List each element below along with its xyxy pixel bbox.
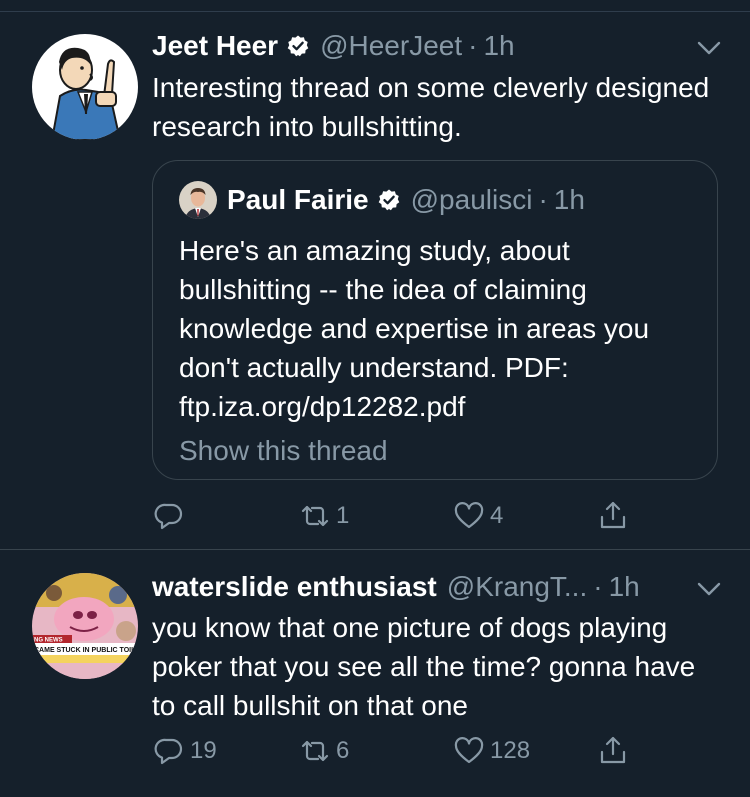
like-button[interactable]: 4 [452, 496, 503, 536]
cartoon-man-avatar-icon [32, 34, 138, 140]
handle[interactable]: @KrangT... [447, 571, 587, 603]
timestamp[interactable]: 1h [609, 571, 640, 603]
heart-icon [454, 502, 484, 529]
handle[interactable]: @HeerJeet [320, 30, 462, 62]
retweet-icon [301, 740, 329, 762]
top-divider [0, 0, 750, 12]
quoted-timestamp[interactable]: 1h [554, 184, 585, 216]
retweet-count: 6 [336, 737, 350, 764]
tweet-header: Jeet Heer @HeerJeet · 1h [152, 28, 730, 64]
quoted-avatar[interactable] [179, 181, 217, 219]
tweet-text: you know that one picture of dogs playin… [152, 612, 696, 721]
share-button[interactable] [596, 731, 630, 771]
like-button[interactable]: 128 [452, 731, 530, 771]
tweet-text: Interesting thread on some cleverly desi… [152, 72, 710, 142]
retweet-button[interactable]: 6 [298, 731, 349, 771]
reply-icon [154, 503, 183, 530]
svg-text:NG NEWS: NG NEWS [34, 638, 63, 644]
man-portrait-avatar-icon [179, 181, 217, 219]
separator-dot: · [468, 30, 478, 61]
reply-button[interactable] [152, 496, 190, 536]
retweet-icon [301, 505, 329, 527]
verified-badge-icon [287, 35, 309, 57]
krang-news-avatar-icon: NG NEWS CAME STUCK IN PUBLIC TOIL [32, 573, 138, 679]
reply-button[interactable]: 19 [152, 731, 217, 771]
chevron-down-icon[interactable] [696, 579, 722, 599]
tweet-header: waterslide enthusiast @KrangT... · 1h [152, 569, 730, 605]
retweet-count: 1 [336, 502, 350, 529]
share-icon [600, 501, 626, 529]
reply-icon [154, 738, 183, 765]
heart-icon [454, 737, 484, 764]
action-bar: 1 4 [152, 496, 672, 536]
retweet-button[interactable]: 1 [298, 496, 349, 536]
quoted-text: Here's an amazing study, about bullshitt… [179, 235, 650, 422]
display-name[interactable]: waterslide enthusiast [152, 571, 437, 603]
share-button[interactable] [596, 496, 630, 536]
like-count: 4 [490, 502, 504, 529]
chevron-down-icon[interactable] [696, 38, 722, 58]
quoted-display-name[interactable]: Paul Fairie [227, 184, 369, 216]
separator-dot: · [593, 571, 603, 602]
avatar[interactable]: NG NEWS CAME STUCK IN PUBLIC TOIL [32, 573, 138, 679]
quoted-tweet[interactable]: Paul Fairie @paulisci · 1h Here's an ama… [152, 160, 718, 480]
tweet[interactable]: NG NEWS CAME STUCK IN PUBLIC TOIL waters… [0, 551, 750, 797]
like-count: 128 [490, 737, 531, 764]
show-thread-link[interactable]: Show this thread [179, 435, 388, 467]
reply-count: 19 [190, 737, 217, 764]
avatar[interactable] [32, 34, 138, 140]
verified-badge-icon [378, 189, 399, 211]
action-bar: 19 6 128 [152, 731, 672, 771]
tweet[interactable]: Jeet Heer @HeerJeet · 1h Interesting thr… [0, 12, 750, 550]
share-icon [600, 736, 626, 764]
quoted-header: Paul Fairie @paulisci · 1h [227, 181, 585, 219]
quoted-handle[interactable]: @paulisci [411, 184, 533, 216]
separator-dot: · [538, 184, 548, 215]
display-name[interactable]: Jeet Heer [152, 30, 278, 62]
timestamp[interactable]: 1h [483, 30, 514, 62]
svg-text:CAME STUCK IN PUBLIC TOIL: CAME STUCK IN PUBLIC TOIL [34, 647, 136, 654]
